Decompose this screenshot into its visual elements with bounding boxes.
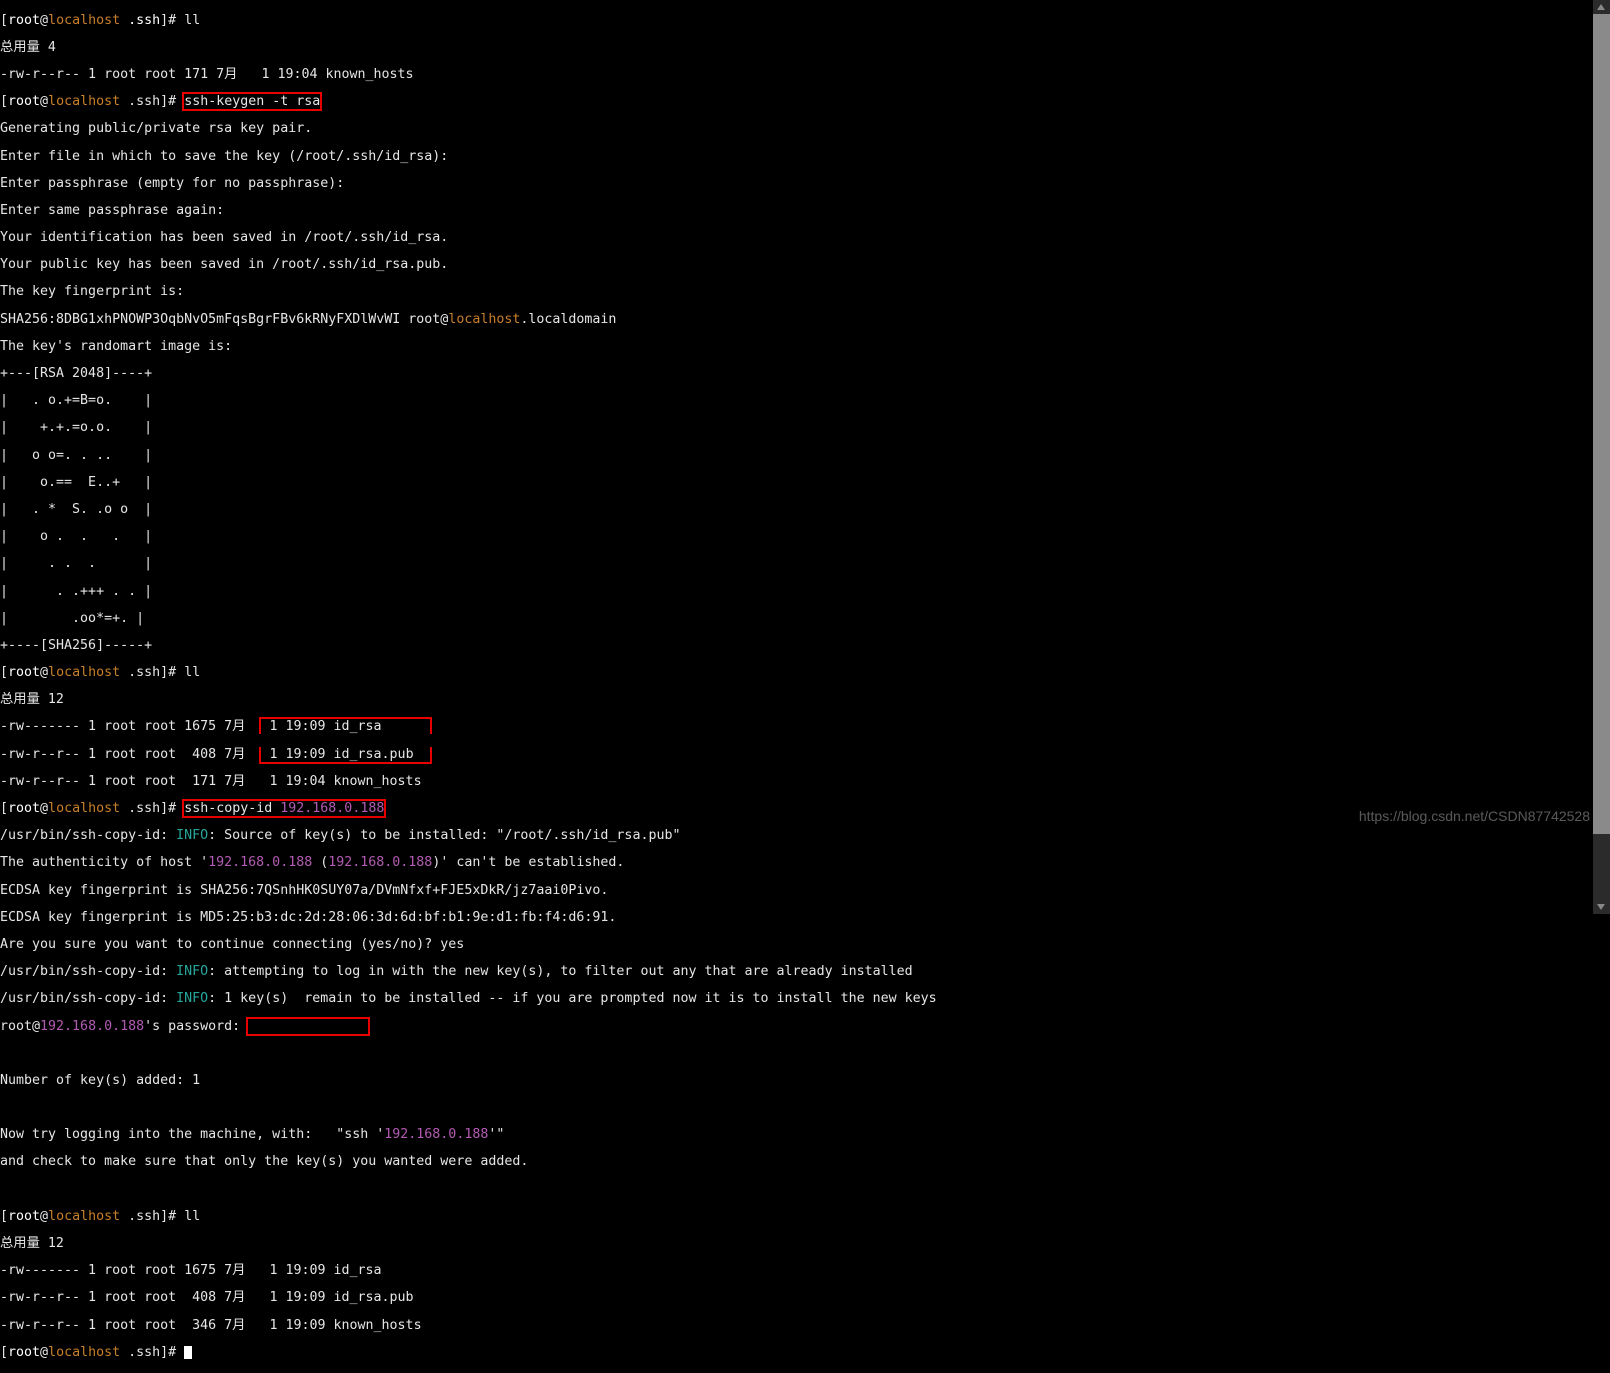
randomart: +----[SHA256]-----+ bbox=[0, 639, 1440, 653]
randomart: | +.+.=o.o. | bbox=[0, 421, 1440, 435]
blank bbox=[0, 1183, 1440, 1197]
cmd-ll: ll bbox=[184, 13, 200, 28]
ls-row: -rw------- 1 root root 1675 7月 1 19:09 i… bbox=[0, 720, 1440, 734]
highlight-id-rsa: 1 19:09 id_rsa bbox=[259, 717, 431, 734]
prompt-line[interactable]: [root@localhost .ssh]# bbox=[0, 1346, 1440, 1360]
randomart: | .oo*=+. | bbox=[0, 612, 1440, 626]
total-line: 总用量 12 bbox=[0, 693, 1440, 707]
total-line: 总用量 4 bbox=[0, 41, 1440, 55]
prompt-line: [root@localhost .ssh]# ll bbox=[0, 1210, 1440, 1224]
output: Your identification has been saved in /r… bbox=[0, 231, 1440, 245]
output: The key's randomart image is: bbox=[0, 340, 1440, 354]
randomart: | . .+++ . . | bbox=[0, 585, 1440, 599]
randomart: | o o=. . .. | bbox=[0, 449, 1440, 463]
output: Number of key(s) added: 1 bbox=[0, 1074, 1440, 1088]
output: Enter file in which to save the key (/ro… bbox=[0, 150, 1440, 164]
ls-row: -rw-r--r-- 1 root root 171 7月 1 19:04 kn… bbox=[0, 68, 1440, 82]
open-bracket: [ bbox=[0, 13, 8, 28]
randomart: | . * S. .o o | bbox=[0, 503, 1440, 517]
output: Your public key has been saved in /root/… bbox=[0, 258, 1440, 272]
ip-address: 192.168.0.188 bbox=[280, 801, 384, 816]
scrollbar[interactable] bbox=[1593, 0, 1610, 914]
output: Enter passphrase (empty for no passphras… bbox=[0, 177, 1440, 191]
prompt-line: [root@localhost .ssh]# ssh-keygen -t rsa bbox=[0, 95, 1440, 109]
highlight-id-rsa-pub: 1 19:09 id_rsa.pub bbox=[259, 747, 431, 764]
highlight-ssh-copy-id: ssh-copy-id 192.168.0.188 bbox=[182, 799, 386, 818]
output: ECDSA key fingerprint is MD5:25:b3:dc:2d… bbox=[0, 911, 1440, 925]
output: Now try logging into the machine, with: … bbox=[0, 1128, 1440, 1142]
output: The authenticity of host '192.168.0.188 … bbox=[0, 856, 1440, 870]
prompt-line: [root@localhost .ssh]# ssh-copy-id 192.1… bbox=[0, 802, 1440, 816]
prompt-host: localhost bbox=[48, 13, 120, 28]
prompt-line: [root@localhost .ssh]# ll bbox=[0, 666, 1440, 680]
output: ECDSA key fingerprint is SHA256:7QSnhHK0… bbox=[0, 884, 1440, 898]
randomart: | o.== E..+ | bbox=[0, 476, 1440, 490]
password-prompt: root@192.168.0.188's password: bbox=[0, 1020, 1440, 1034]
output: /usr/bin/ssh-copy-id: INFO: Source of ke… bbox=[0, 829, 1440, 843]
ls-row: -rw-r--r-- 1 root root 408 7月 1 19:09 id… bbox=[0, 1291, 1440, 1305]
output: Generating public/private rsa key pair. bbox=[0, 122, 1440, 136]
output: The key fingerprint is: bbox=[0, 285, 1440, 299]
ls-row: -rw------- 1 root root 1675 7月 1 19:09 i… bbox=[0, 1264, 1440, 1278]
ls-row: -rw-r--r-- 1 root root 171 7月 1 19:04 kn… bbox=[0, 775, 1440, 789]
output: Are you sure you want to continue connec… bbox=[0, 938, 1440, 952]
total-line: 总用量 12 bbox=[0, 1237, 1440, 1251]
randomart: +---[RSA 2048]----+ bbox=[0, 367, 1440, 381]
scrollbar-thumb[interactable] bbox=[1593, 14, 1610, 834]
output: /usr/bin/ssh-copy-id: INFO: 1 key(s) rem… bbox=[0, 992, 1440, 1006]
randomart: | . o.+=B=o. | bbox=[0, 394, 1440, 408]
ls-row: -rw-r--r-- 1 root root 408 7月 1 19:09 id… bbox=[0, 748, 1440, 762]
watermark: https://blog.csdn.net/CSDN87742528 bbox=[1359, 810, 1590, 824]
highlight-password-entry bbox=[246, 1017, 370, 1036]
highlight-ssh-keygen: ssh-keygen -t rsa bbox=[182, 92, 322, 111]
prompt-line: [root@localhost .ssh]# ll bbox=[0, 14, 1440, 28]
blank bbox=[0, 1101, 1440, 1115]
terminal-output[interactable]: [root@localhost .ssh]# ll 总用量 4 -rw-r--r… bbox=[0, 0, 1440, 1373]
randomart: | o . . . | bbox=[0, 530, 1440, 544]
randomart: | . . . | bbox=[0, 557, 1440, 571]
output: /usr/bin/ssh-copy-id: INFO: attempting t… bbox=[0, 965, 1440, 979]
output: Enter same passphrase again: bbox=[0, 204, 1440, 218]
output: SHA256:8DBG1xhPNOWP3OqbNvO5mFqsBgrFBv6kR… bbox=[0, 313, 1440, 327]
ls-row: -rw-r--r-- 1 root root 346 7月 1 19:09 kn… bbox=[0, 1319, 1440, 1333]
cursor-icon bbox=[184, 1346, 192, 1359]
blank bbox=[0, 1047, 1440, 1061]
output: and check to make sure that only the key… bbox=[0, 1155, 1440, 1169]
prompt-user: root bbox=[8, 13, 40, 28]
